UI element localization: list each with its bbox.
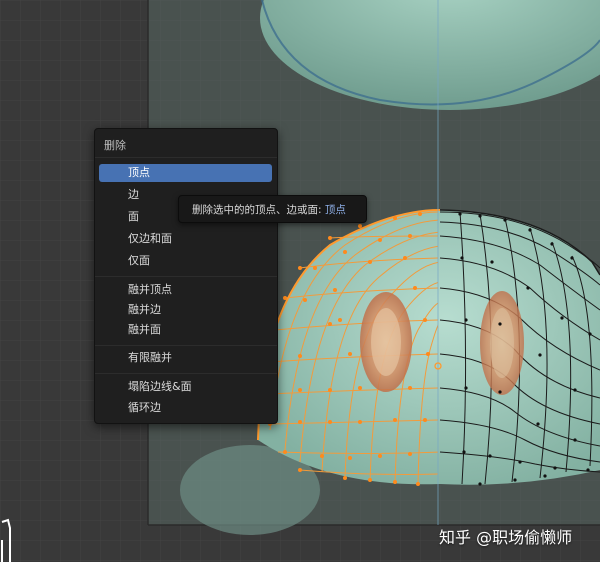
- right-cheek-highlight: [490, 308, 514, 378]
- menu-divider: [95, 157, 277, 158]
- tooltip: 删除选中的的顶点、边或面: 顶点: [178, 195, 367, 223]
- menu-title: 删除: [104, 139, 126, 152]
- viewport-canvas[interactable]: [0, 0, 600, 562]
- menu-item-only-faces[interactable]: 仅面: [99, 252, 272, 270]
- menu-item-dissolve-vertices[interactable]: 融并顶点: [99, 281, 272, 299]
- menu-divider: [95, 276, 277, 277]
- 3d-viewport[interactable]: [0, 0, 600, 562]
- watermark: 知乎 @职场偷懒师: [439, 528, 573, 547]
- tooltip-text: 删除选中的的顶点、边或面:: [192, 204, 322, 216]
- menu-item-edge-loops[interactable]: 循环边: [99, 399, 272, 417]
- menu-item-dissolve-edges[interactable]: 融并边: [99, 301, 272, 319]
- menu-item-only-edges-faces[interactable]: 仅边和面: [99, 230, 272, 248]
- menu-item-dissolve-faces[interactable]: 融并面: [99, 321, 272, 339]
- menu-divider: [95, 373, 277, 374]
- menu-item-collapse-edges-faces[interactable]: 塌陷边线&面: [99, 378, 272, 396]
- menu-divider: [95, 345, 277, 346]
- left-cheek-highlight: [371, 308, 401, 376]
- menu-item-limited-dissolve[interactable]: 有限融并: [99, 349, 272, 367]
- delete-menu: 删除 顶点 边 面 仅边和面 仅面 融并顶点 融并边 融并面 有限融并 塌陷边线…: [94, 128, 278, 424]
- tooltip-value: 顶点: [324, 204, 346, 216]
- menu-item-vertices[interactable]: 顶点: [99, 164, 272, 182]
